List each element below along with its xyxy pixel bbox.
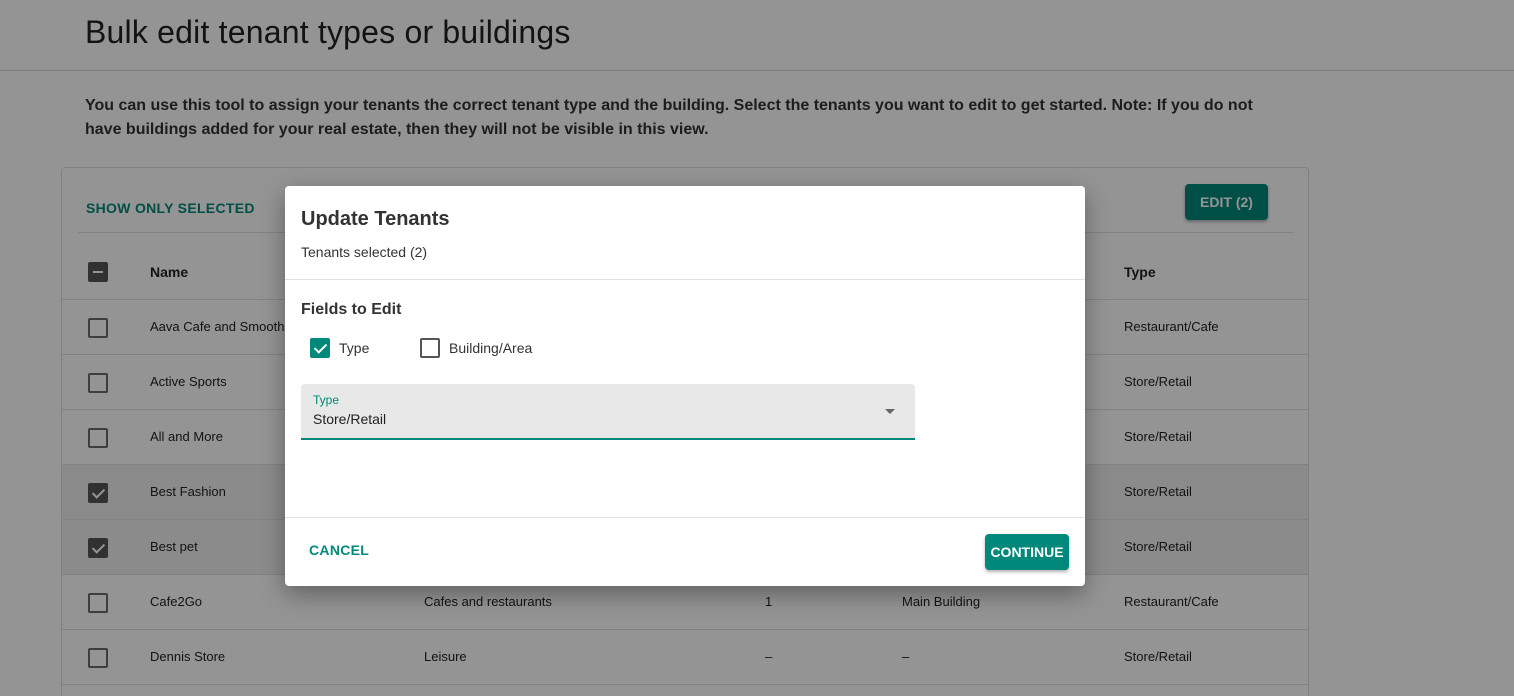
- type-select-label: Type: [313, 393, 340, 407]
- building-area-checkbox[interactable]: [420, 338, 440, 358]
- type-select[interactable]: Type Store/Retail: [301, 384, 915, 440]
- update-tenants-dialog: Update Tenants Tenants selected (2) Fiel…: [285, 186, 1085, 586]
- dialog-footer-divider: [285, 517, 1085, 518]
- dialog-title: Update Tenants: [301, 208, 450, 230]
- dialog-subtitle: Tenants selected (2): [301, 244, 428, 260]
- cancel-button[interactable]: CANCEL: [301, 538, 377, 562]
- type-option-label: Type: [339, 340, 370, 356]
- dialog-divider: [285, 279, 1085, 280]
- building-area-option-label: Building/Area: [449, 340, 533, 356]
- fields-heading: Fields to Edit: [301, 301, 402, 318]
- type-checkbox[interactable]: [310, 338, 330, 358]
- continue-button[interactable]: CONTINUE: [985, 534, 1069, 570]
- type-select-value: Store/Retail: [313, 411, 387, 427]
- dropdown-arrow-icon: [885, 409, 895, 414]
